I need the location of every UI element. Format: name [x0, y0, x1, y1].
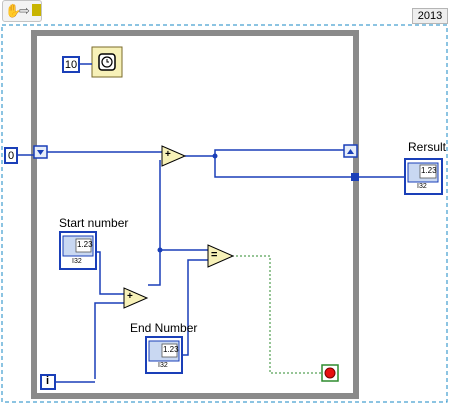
arrow-right-icon[interactable]: ⇨: [19, 3, 30, 19]
run-icon[interactable]: [32, 4, 41, 16]
iteration-symbol: i: [46, 375, 50, 387]
add-top-symbol: +: [165, 149, 171, 160]
wire-bool-to-stop: [232, 255, 322, 374]
wire-end-to-equal: [183, 259, 208, 356]
diagram-boundary: [1, 24, 448, 403]
end-number-label: End Number: [130, 321, 198, 335]
diagram-toolbar: ✋ ⇨: [2, 0, 42, 22]
output-tunnel[interactable]: [351, 173, 359, 181]
wait-ms-constant[interactable]: 10: [62, 56, 80, 73]
wire-add-to-shift-reg-right: [185, 149, 345, 157]
start-number-type: I32: [72, 258, 82, 265]
loop-init-constant[interactable]: 0: [4, 147, 18, 164]
result-display: 1.23: [421, 166, 437, 175]
result-type: I32: [417, 183, 427, 190]
start-number-label: Start number: [59, 216, 129, 230]
add-bottom-symbol: +: [127, 291, 133, 302]
stop-icon: [324, 367, 336, 379]
end-number-type: I32: [158, 362, 168, 369]
junction-dot: [157, 247, 163, 253]
wire-add-to-tunnel: [214, 156, 353, 178]
while-loop-frame[interactable]: [31, 30, 359, 399]
result-label: Rersult: [408, 140, 447, 154]
equal-symbol: =: [211, 249, 218, 261]
wire-add-bottom-to-add-top: [148, 160, 161, 286]
version-label: 2013: [412, 8, 448, 24]
junction-dot: [212, 153, 218, 159]
end-number-display: 1.23: [163, 345, 179, 354]
start-number-display: 1.23: [77, 240, 93, 249]
wire-iteration-to-add: [94, 302, 124, 379]
